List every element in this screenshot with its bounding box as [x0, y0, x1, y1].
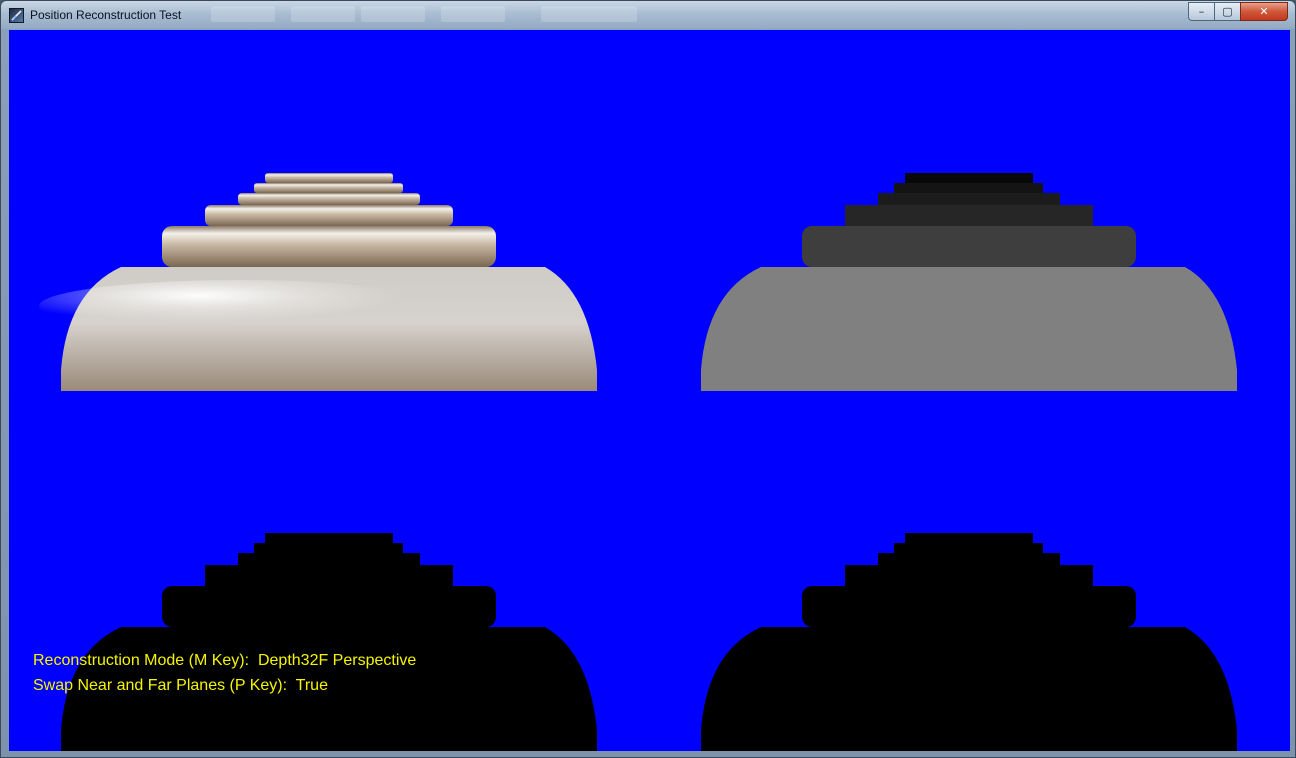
- lit-cylinder-2: [162, 226, 496, 267]
- app-icon: [9, 8, 24, 23]
- minimize-button[interactable]: –: [1188, 2, 1215, 21]
- depth-cylinder-6: [905, 173, 1033, 183]
- depth-cylinder-5: [894, 183, 1043, 193]
- swap-planes-label: Swap Near and Far Planes (P Key):: [33, 677, 288, 694]
- lit-cylinder-3: [205, 205, 453, 226]
- background-taskbar-ghost: [541, 6, 637, 22]
- swap-planes-text: Swap Near and Far Planes (P Key): True: [33, 677, 328, 695]
- silhouette-cylinder-6: [265, 533, 393, 543]
- reconstruction-mode-label: Reconstruction Mode (M Key):: [33, 652, 250, 669]
- position-view-left: [61, 533, 597, 751]
- background-taskbar-ghost: [361, 6, 425, 22]
- title-bar[interactable]: Position Reconstruction Test – ▢ ✕: [1, 1, 1295, 29]
- background-taskbar-ghost: [441, 6, 505, 22]
- silhouette-cylinder-3: [845, 565, 1093, 586]
- lit-view: [39, 173, 597, 391]
- background-taskbar-ghost: [211, 6, 275, 22]
- position-view-right: [701, 533, 1237, 751]
- swap-planes-value: True: [295, 677, 328, 694]
- lit-cylinder-4: [238, 193, 420, 205]
- close-button[interactable]: ✕: [1240, 2, 1288, 21]
- lit-specular-highlight: [39, 280, 439, 332]
- silhouette-large-cylinder: [701, 627, 1237, 751]
- reconstruction-mode-value: Depth32F Perspective: [257, 652, 417, 669]
- depth-cylinder-2: [802, 226, 1136, 267]
- lit-cylinder-6: [265, 173, 393, 183]
- app-window: Position Reconstruction Test – ▢ ✕ Recon…: [0, 0, 1296, 758]
- silhouette-cylinder-2: [162, 586, 496, 627]
- lit-cylinder-5: [254, 183, 403, 193]
- silhouette-cylinder-4: [878, 553, 1060, 565]
- render-viewport[interactable]: Reconstruction Mode (M Key): Depth32F Pe…: [9, 30, 1290, 751]
- depth-cylinder-4: [878, 193, 1060, 205]
- maximize-button[interactable]: ▢: [1214, 2, 1241, 21]
- silhouette-cylinder-2: [802, 586, 1136, 627]
- reconstruction-mode-text: Reconstruction Mode (M Key): Depth32F Pe…: [33, 652, 416, 670]
- silhouette-cylinder-4: [238, 553, 420, 565]
- scene-render: [39, 173, 1237, 751]
- depth-cylinder-3: [845, 205, 1093, 226]
- silhouette-cylinder-6: [905, 533, 1033, 543]
- depth-large-cylinder: [701, 267, 1237, 391]
- silhouette-cylinder-5: [254, 543, 403, 553]
- silhouette-cylinder-3: [205, 565, 453, 586]
- depth-view: [701, 173, 1237, 391]
- background-taskbar-ghost: [291, 6, 355, 22]
- window-title: Position Reconstruction Test: [30, 8, 182, 22]
- silhouette-cylinder-5: [894, 543, 1043, 553]
